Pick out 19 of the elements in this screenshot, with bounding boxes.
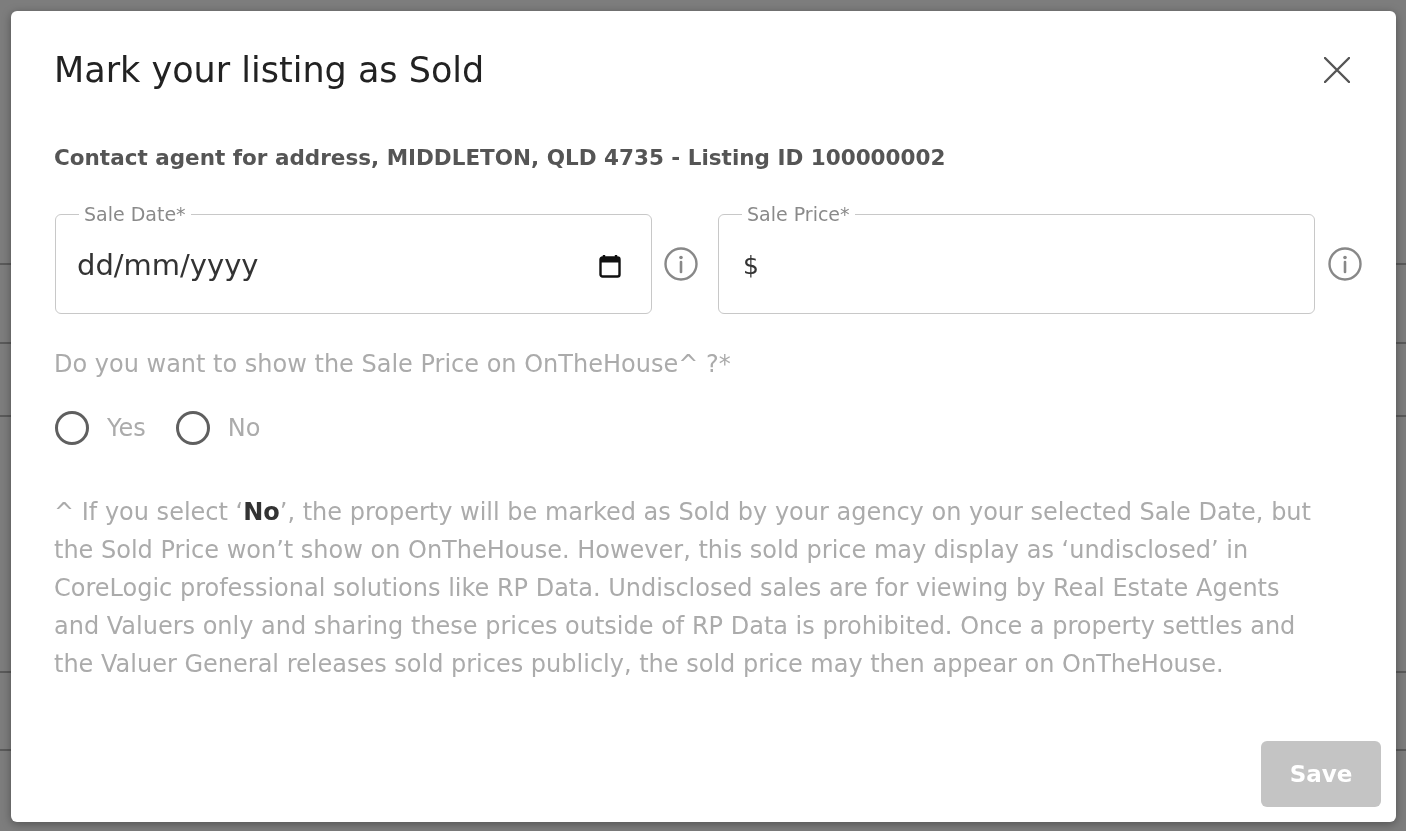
radio-label: No [227, 413, 261, 443]
date-input[interactable]: dd/mm/yyyy [77, 244, 591, 288]
currency-symbol: $ [743, 250, 759, 283]
close-icon [1324, 57, 1350, 83]
field-label: Sale Price* [746, 203, 851, 225]
info-icon[interactable] [664, 247, 698, 281]
date-field[interactable]: Sale Date* dd/mm/yyyy [55, 203, 652, 314]
info-icon[interactable] [1328, 247, 1362, 281]
calendar-icon[interactable] [599, 254, 621, 278]
listing-address: Contact agent for address, MIDDLETON, QLD 4735 - Listing ID 100000002 [54, 144, 946, 172]
field-label: Sale Date* [83, 203, 187, 225]
dialog-title: Mark your listing as Sold [54, 49, 485, 92]
question-text: Do you want to show the Sale Price on OnTheHouse^ ?* [54, 349, 731, 379]
price-field[interactable]: Sale Price* $ [718, 203, 1315, 314]
radio-button[interactable] [55, 411, 89, 445]
close-button[interactable] [1322, 55, 1352, 85]
radio-label: Yes [107, 413, 146, 443]
radio-button[interactable] [175, 411, 210, 445]
disclaimer-text: ^ If you select ‘No’, the property will be marked as Sold by your agency on your selected Sale Date, but the Sold Price won’t show on OnTheHouse. However, this sold price may display as ‘undisclosed’ in CoreLogic professional solutions like RP Data. Undisclosed sales are for viewing by Real Estate Agents and Valuers only and sharing these prices outside of RP Data is prohibited. Once a property settles and the Valuer General releases sold prices publicly, the sold price may then appear on OnTheHouse. [54, 497, 1312, 680]
